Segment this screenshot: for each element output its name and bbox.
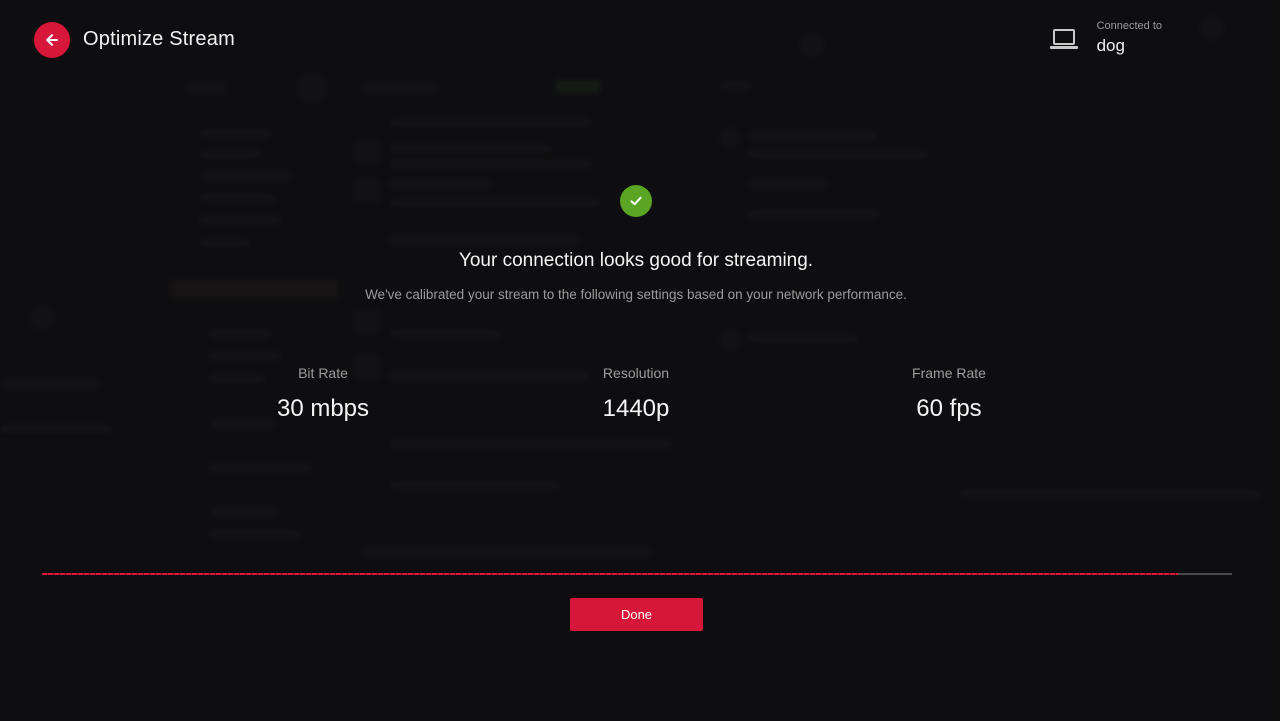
connected-device: Connected to dog bbox=[1049, 18, 1162, 57]
stat-bit-rate: Bit Rate 30 mbps bbox=[213, 365, 433, 423]
device-name: dog bbox=[1096, 36, 1125, 55]
laptop-icon bbox=[1049, 28, 1079, 57]
progress-fill bbox=[42, 573, 1179, 575]
done-button[interactable]: Done bbox=[570, 598, 703, 631]
stat-value: 1440p bbox=[602, 395, 670, 422]
progress-track bbox=[42, 573, 1232, 575]
stat-resolution: Resolution 1440p bbox=[526, 365, 746, 423]
back-button[interactable] bbox=[34, 22, 70, 58]
stat-label: Resolution bbox=[602, 365, 670, 381]
page-title: Optimize Stream bbox=[83, 28, 235, 50]
arrow-left-icon bbox=[44, 32, 60, 48]
connected-to-label: Connected to bbox=[1096, 20, 1162, 32]
stat-label: Bit Rate bbox=[298, 365, 348, 381]
stat-value: 60 fps bbox=[916, 395, 982, 422]
stat-label: Frame Rate bbox=[912, 365, 986, 381]
result-headline: Your connection looks good for streaming… bbox=[458, 250, 814, 271]
app-window: Optimize Stream Connected to dog Your co… bbox=[0, 0, 1280, 721]
stat-value: 30 mbps bbox=[276, 395, 370, 422]
result-description: We've calibrated your stream to the foll… bbox=[365, 287, 907, 302]
checkmark-icon bbox=[620, 185, 652, 217]
stat-frame-rate: Frame Rate 60 fps bbox=[839, 365, 1059, 423]
